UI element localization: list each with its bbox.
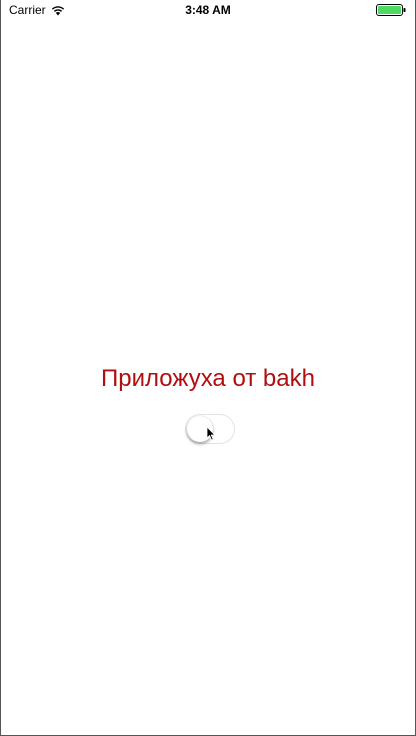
app-screen: Carrier 3:48 AM Приложуха от bakh xyxy=(0,0,416,736)
app-title: Приложуха от bakh xyxy=(101,365,315,392)
mouse-cursor-icon xyxy=(206,426,216,441)
status-time: 3:48 AM xyxy=(185,3,231,17)
battery-icon xyxy=(376,4,406,16)
status-bar: Carrier 3:48 AM xyxy=(1,0,415,22)
